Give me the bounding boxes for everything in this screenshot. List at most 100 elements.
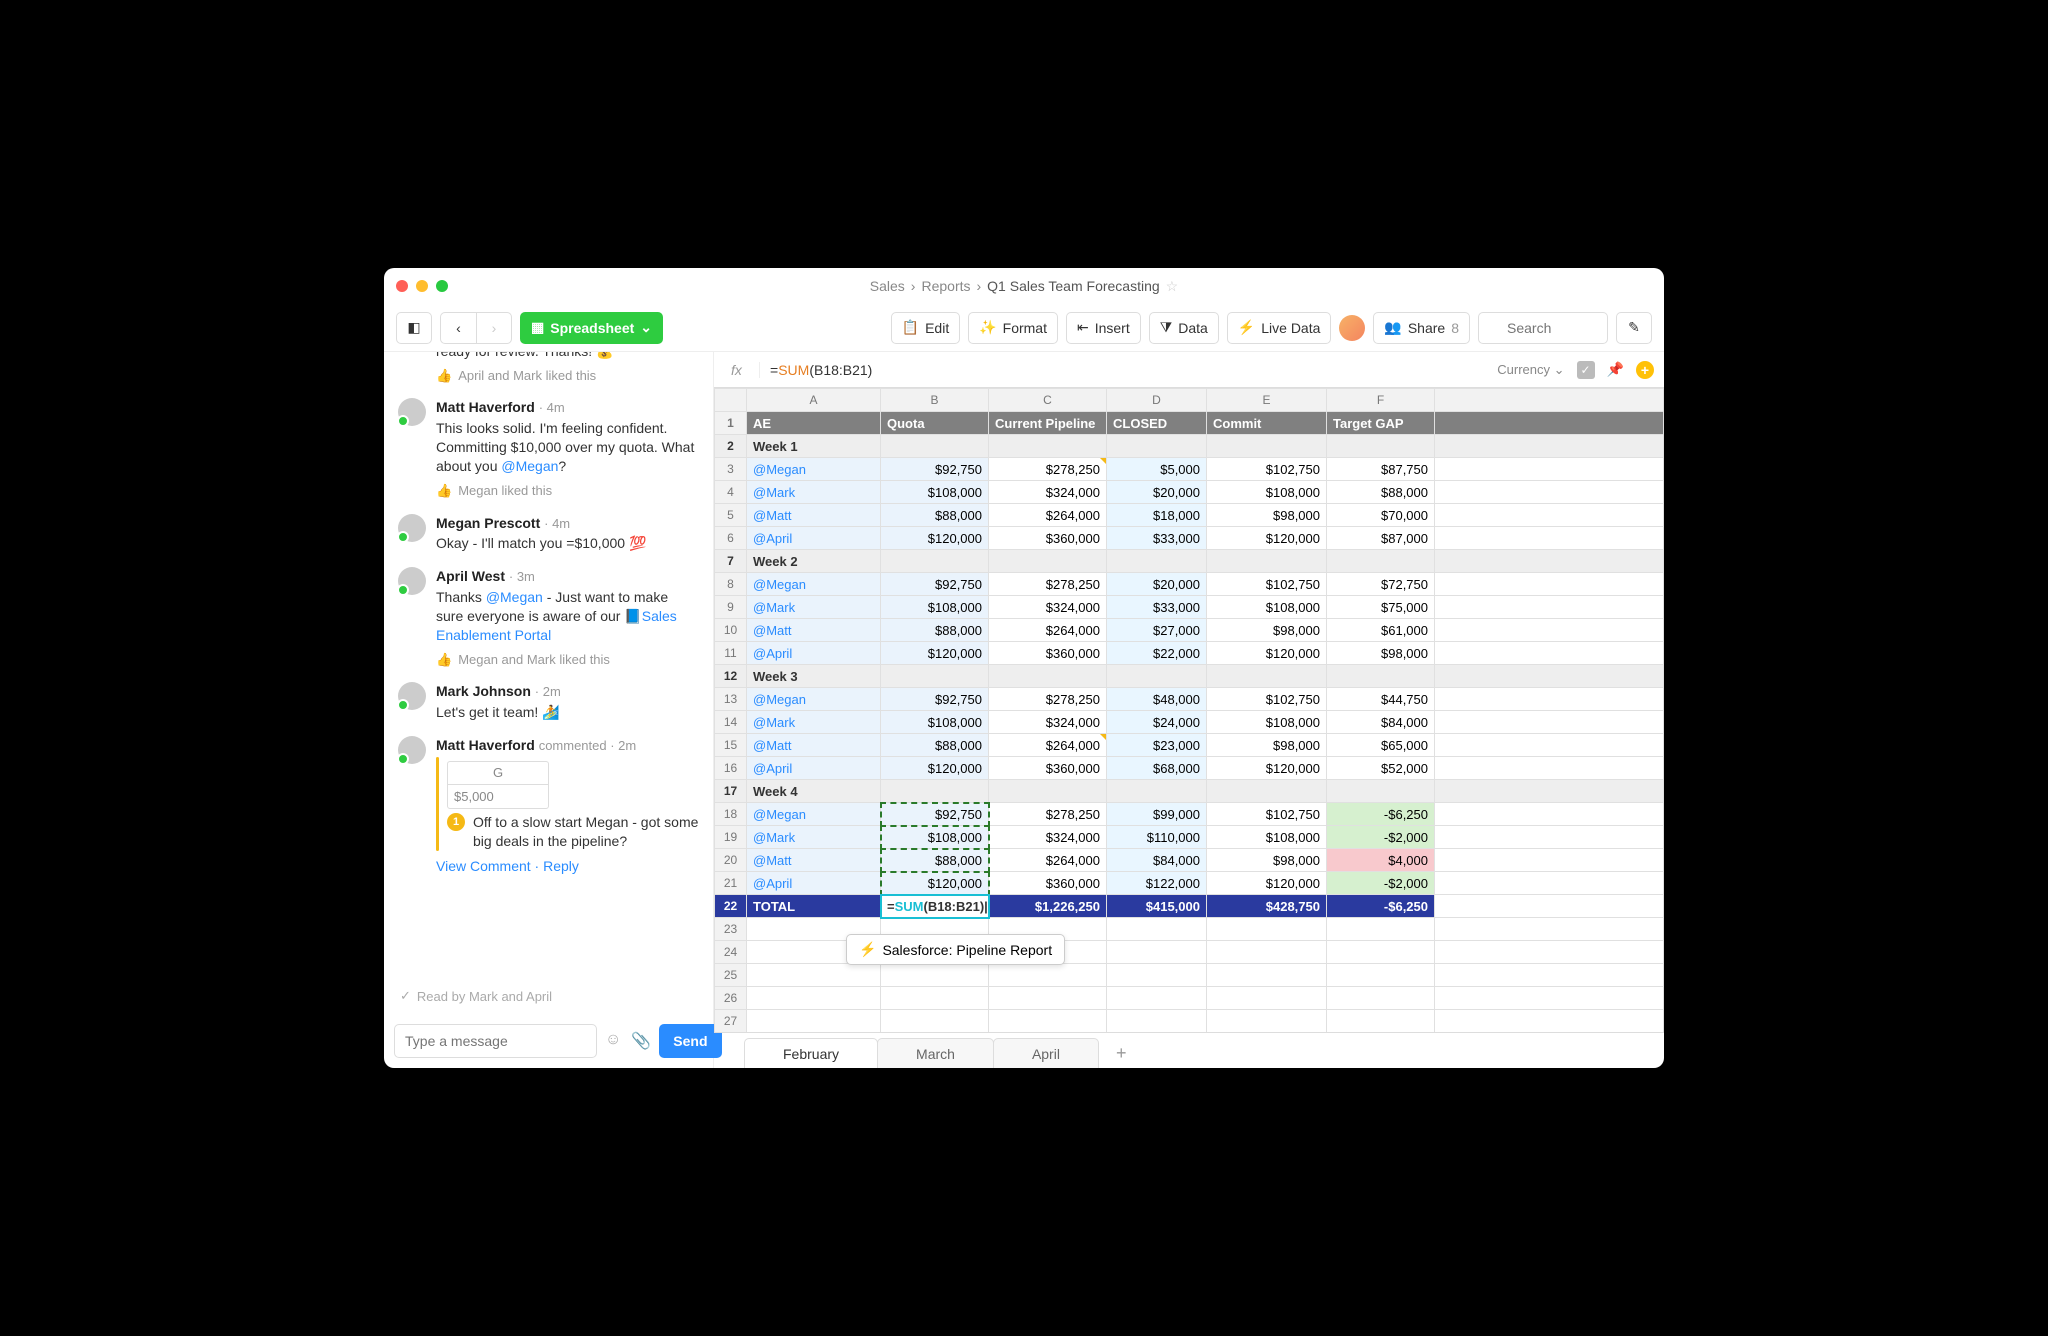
total-cell[interactable]: $428,750 [1207, 895, 1327, 918]
closed-cell[interactable]: $122,000 [1107, 872, 1207, 895]
col-header[interactable]: F [1327, 389, 1435, 412]
ae-cell[interactable]: @Megan [747, 688, 881, 711]
gap-cell[interactable]: $44,750 [1327, 688, 1435, 711]
gap-cell[interactable]: $75,000 [1327, 596, 1435, 619]
gap-cell[interactable]: $65,000 [1327, 734, 1435, 757]
total-cell[interactable]: $415,000 [1107, 895, 1207, 918]
toggle-sidebar-button[interactable]: ◧ [396, 312, 432, 344]
commit-cell[interactable]: $120,000 [1207, 527, 1327, 550]
commit-cell[interactable]: $120,000 [1207, 642, 1327, 665]
pipeline-cell[interactable]: $324,000 [989, 481, 1107, 504]
spreadsheet-grid[interactable]: ABCDEF 1AEQuotaCurrent PipelineCLOSEDCom… [714, 388, 1664, 1032]
gap-cell[interactable]: -$2,000 [1327, 826, 1435, 849]
quota-cell[interactable]: $92,750 [881, 688, 989, 711]
ae-cell[interactable]: @April [747, 527, 881, 550]
quota-cell[interactable]: $92,750 [881, 573, 989, 596]
ae-cell[interactable]: @Mark [747, 481, 881, 504]
commit-cell[interactable]: $102,750 [1207, 458, 1327, 481]
sheet-tab[interactable]: April [993, 1038, 1099, 1068]
closed-cell[interactable]: $99,000 [1107, 803, 1207, 826]
zoom-icon[interactable] [436, 280, 448, 292]
crumb-title[interactable]: Q1 Sales Team Forecasting [987, 278, 1160, 294]
commit-cell[interactable]: $102,750 [1207, 803, 1327, 826]
avatar[interactable] [398, 514, 426, 542]
compose-button[interactable]: ✎ [1616, 312, 1652, 344]
commit-cell[interactable]: $102,750 [1207, 573, 1327, 596]
col-header[interactable]: E [1207, 389, 1327, 412]
checkbox-button[interactable]: ✓ [1577, 361, 1595, 379]
col-header[interactable]: D [1107, 389, 1207, 412]
ae-cell[interactable]: @Megan [747, 803, 881, 826]
week-label[interactable]: Week 1 [747, 435, 881, 458]
crumb-reports[interactable]: Reports [921, 278, 970, 294]
emoji-icon[interactable]: ☺ [605, 1031, 621, 1051]
gap-cell[interactable]: $52,000 [1327, 757, 1435, 780]
closed-cell[interactable]: $20,000 [1107, 481, 1207, 504]
crumb-sales[interactable]: Sales [870, 278, 905, 294]
add-sheet-button[interactable]: + [1098, 1038, 1145, 1068]
live-data-button[interactable]: ⚡Live Data [1227, 312, 1332, 344]
star-icon[interactable]: ☆ [1166, 278, 1179, 295]
commit-cell[interactable]: $108,000 [1207, 481, 1327, 504]
reply-link[interactable]: Reply [543, 858, 579, 874]
pipeline-cell[interactable]: $278,250 [989, 573, 1107, 596]
message-input[interactable] [394, 1024, 597, 1058]
forward-button[interactable]: › [476, 312, 512, 344]
comment-cell-ref[interactable]: G$5,000 [447, 761, 549, 809]
ae-cell[interactable]: @Matt [747, 504, 881, 527]
pipeline-cell[interactable]: $324,000 [989, 596, 1107, 619]
search-input[interactable] [1478, 312, 1608, 344]
formula-cell[interactable]: =SUM(B18:B21)| [881, 895, 989, 918]
send-button[interactable]: Send [659, 1024, 721, 1058]
mention[interactable]: Sales Enablement Portal [436, 608, 677, 643]
col-header[interactable]: B [881, 389, 989, 412]
mention[interactable]: @Megan [486, 589, 543, 605]
chat-scroll[interactable]: ready for review. Thanks! 💰 👍April and M… [384, 352, 713, 982]
ae-cell[interactable]: @Mark [747, 826, 881, 849]
pipeline-cell[interactable]: $360,000 [989, 642, 1107, 665]
closed-cell[interactable]: $18,000 [1107, 504, 1207, 527]
sheet-tab[interactable]: February [744, 1038, 878, 1068]
closed-cell[interactable]: $20,000 [1107, 573, 1207, 596]
total-cell[interactable]: -$6,250 [1327, 895, 1435, 918]
breadcrumb[interactable]: Sales › Reports › Q1 Sales Team Forecast… [870, 278, 1178, 295]
closed-cell[interactable]: $5,000 [1107, 458, 1207, 481]
ae-cell[interactable]: @Matt [747, 849, 881, 872]
user-avatar[interactable] [1339, 315, 1365, 341]
commit-cell[interactable]: $98,000 [1207, 849, 1327, 872]
commit-cell[interactable]: $108,000 [1207, 711, 1327, 734]
gap-cell[interactable]: $87,000 [1327, 527, 1435, 550]
avatar[interactable] [398, 736, 426, 764]
closed-cell[interactable]: $48,000 [1107, 688, 1207, 711]
ae-cell[interactable]: @Mark [747, 711, 881, 734]
commit-cell[interactable]: $120,000 [1207, 757, 1327, 780]
pin-icon[interactable]: 📌 [1607, 361, 1624, 378]
closed-cell[interactable]: $22,000 [1107, 642, 1207, 665]
closed-cell[interactable]: $27,000 [1107, 619, 1207, 642]
like-row[interactable]: 👍 Megan liked this [436, 482, 699, 500]
minimize-icon[interactable] [416, 280, 428, 292]
week-label[interactable]: Week 3 [747, 665, 881, 688]
total-cell[interactable]: $1,226,250 [989, 895, 1107, 918]
commit-cell[interactable]: $108,000 [1207, 596, 1327, 619]
add-button[interactable]: + [1636, 361, 1654, 379]
quota-cell[interactable]: $108,000 [881, 711, 989, 734]
pipeline-cell[interactable]: $278,250 [989, 688, 1107, 711]
week-label[interactable]: Week 2 [747, 550, 881, 573]
column-header-cell[interactable]: Target GAP [1327, 412, 1435, 435]
gap-cell[interactable]: $87,750 [1327, 458, 1435, 481]
attach-icon[interactable]: 📎 [631, 1031, 651, 1051]
commit-cell[interactable]: $102,750 [1207, 688, 1327, 711]
gap-cell[interactable]: $88,000 [1327, 481, 1435, 504]
column-header-cell[interactable]: Quota [881, 412, 989, 435]
back-button[interactable]: ‹ [440, 312, 476, 344]
ae-cell[interactable]: @April [747, 757, 881, 780]
avatar[interactable] [398, 567, 426, 595]
ae-cell[interactable]: @April [747, 872, 881, 895]
like-row[interactable]: 👍April and Mark liked this [436, 367, 699, 385]
closed-cell[interactable]: $33,000 [1107, 596, 1207, 619]
salesforce-popup[interactable]: ⚡Salesforce: Pipeline Report [846, 934, 1065, 965]
formula-input[interactable]: =SUM(B18:B21) [760, 362, 1487, 378]
insert-button[interactable]: ⇤Insert [1066, 312, 1141, 344]
closed-cell[interactable]: $84,000 [1107, 849, 1207, 872]
